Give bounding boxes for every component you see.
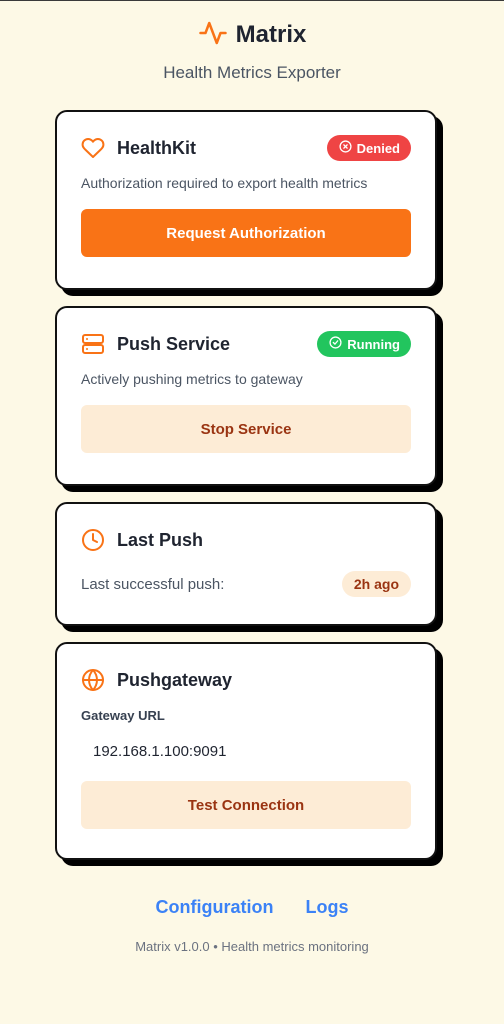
status-badge-label: Denied: [356, 140, 400, 156]
status-badge: Denied: [326, 135, 411, 161]
app-subtitle: Health Metrics Exporter: [163, 63, 341, 82]
pushgateway-card: Pushgateway Gateway URL Test Connection: [55, 642, 437, 860]
push-service-description: Actively pushing metrics to gateway: [81, 371, 303, 387]
push-service-card: Push Service Running Actively pushing me…: [55, 306, 437, 486]
check-circle-icon: [329, 336, 342, 352]
activity-icon: [198, 18, 228, 53]
app-header: Matrix Health Metrics Exporter: [0, 1, 504, 83]
pushgateway-title: Pushgateway: [117, 669, 233, 690]
footer-links: Configuration Logs: [0, 897, 504, 918]
healthkit-description: Authorization required to export health …: [81, 175, 368, 191]
last-push-label: Last successful push:: [81, 575, 225, 593]
stop-service-button[interactable]: Stop Service: [81, 405, 411, 453]
push-service-title: Push Service: [117, 333, 231, 354]
healthkit-card: HealthKit Denied Authorization required …: [55, 110, 437, 290]
footer-note: Matrix v1.0.0 • Health metrics monitorin…: [135, 939, 369, 954]
status-badge-label: Running: [347, 336, 400, 352]
gateway-url-label: Gateway URL: [81, 708, 165, 723]
last-push-value: 2h ago: [341, 571, 411, 597]
app-name: Matrix: [235, 21, 307, 48]
status-badge: Running: [317, 331, 411, 357]
test-connection-button[interactable]: Test Connection: [81, 781, 411, 829]
healthkit-title: HealthKit: [117, 137, 197, 158]
logs-link[interactable]: Logs: [305, 897, 348, 918]
last-push-title: Last Push: [117, 529, 204, 550]
brand: Matrix: [0, 19, 504, 51]
configuration-link[interactable]: Configuration: [156, 897, 274, 918]
last-push-card: Last Push Last successful push: 2h ago: [55, 502, 437, 626]
server-icon: [81, 332, 105, 356]
x-circle-icon: [339, 140, 352, 156]
heart-icon: [81, 136, 105, 160]
clock-icon: [81, 528, 105, 552]
gateway-url-input[interactable]: [81, 735, 411, 767]
globe-icon: [81, 668, 105, 692]
request-authorization-button[interactable]: Request Authorization: [81, 209, 411, 257]
